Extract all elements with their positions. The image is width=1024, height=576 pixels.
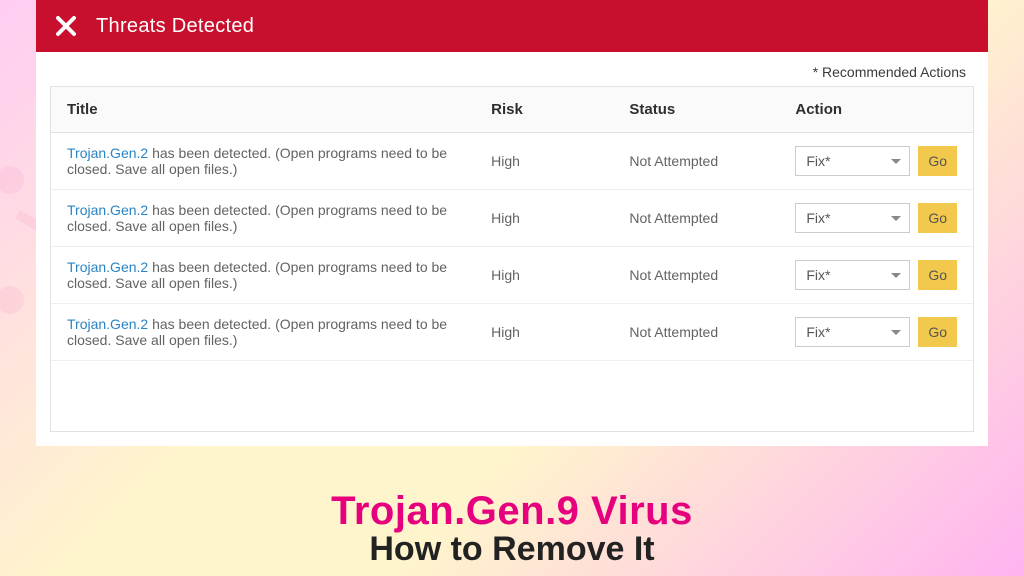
chevron-down-icon: [891, 330, 901, 335]
action-cell: Fix* Go: [779, 247, 973, 304]
col-header-status: Status: [613, 87, 779, 133]
action-cell: Fix* Go: [779, 133, 973, 190]
action-dropdown[interactable]: Fix*: [795, 317, 910, 347]
threat-link[interactable]: Trojan.Gen.2: [67, 316, 148, 332]
action-dropdown-value: Fix*: [806, 210, 830, 226]
table-spacer: [51, 361, 973, 431]
table-row: Trojan.Gen.2 has been detected. (Open pr…: [51, 304, 973, 361]
alert-panel: Threats Detected * Recommended Actions T…: [36, 0, 988, 446]
threat-title-cell: Trojan.Gen.2 has been detected. (Open pr…: [51, 247, 475, 304]
chevron-down-icon: [891, 216, 901, 221]
threat-link[interactable]: Trojan.Gen.2: [67, 145, 148, 161]
chevron-down-icon: [891, 273, 901, 278]
table-spacer-cell: [51, 361, 973, 431]
recommended-actions-label: * Recommended Actions: [36, 52, 988, 86]
status-cell: Not Attempted: [613, 190, 779, 247]
go-button[interactable]: Go: [918, 317, 957, 347]
col-header-risk: Risk: [475, 87, 613, 133]
promo-line-1: Trojan.Gen.9 Virus: [0, 490, 1024, 532]
threat-title-cell: Trojan.Gen.2 has been detected. (Open pr…: [51, 133, 475, 190]
risk-cell: High: [475, 190, 613, 247]
go-button[interactable]: Go: [918, 260, 957, 290]
threat-link[interactable]: Trojan.Gen.2: [67, 202, 148, 218]
action-dropdown-value: Fix*: [806, 267, 830, 283]
risk-cell: High: [475, 304, 613, 361]
col-header-title: Title: [51, 87, 475, 133]
threat-title-cell: Trojan.Gen.2 has been detected. (Open pr…: [51, 190, 475, 247]
status-cell: Not Attempted: [613, 133, 779, 190]
table-row: Trojan.Gen.2 has been detected. (Open pr…: [51, 247, 973, 304]
action-dropdown[interactable]: Fix*: [795, 260, 910, 290]
go-button[interactable]: Go: [918, 203, 957, 233]
action-cell: Fix* Go: [779, 304, 973, 361]
threat-link[interactable]: Trojan.Gen.2: [67, 259, 148, 275]
action-dropdown[interactable]: Fix*: [795, 203, 910, 233]
table-row: Trojan.Gen.2 has been detected. (Open pr…: [51, 190, 973, 247]
action-dropdown[interactable]: Fix*: [795, 146, 910, 176]
status-cell: Not Attempted: [613, 247, 779, 304]
risk-cell: High: [475, 247, 613, 304]
chevron-down-icon: [891, 159, 901, 164]
alert-title: Threats Detected: [96, 15, 254, 38]
col-header-action: Action: [779, 87, 973, 133]
table-row: Trojan.Gen.2 has been detected. (Open pr…: [51, 133, 973, 190]
threat-title-cell: Trojan.Gen.2 has been detected. (Open pr…: [51, 304, 475, 361]
status-cell: Not Attempted: [613, 304, 779, 361]
go-button[interactable]: Go: [918, 146, 957, 176]
threats-table: Title Risk Status Action Trojan.Gen.2 ha…: [51, 87, 973, 431]
action-dropdown-value: Fix*: [806, 324, 830, 340]
promo-caption: Trojan.Gen.9 Virus How to Remove It: [0, 490, 1024, 568]
promo-line-2: How to Remove It: [0, 532, 1024, 568]
threats-table-wrap: Title Risk Status Action Trojan.Gen.2 ha…: [50, 86, 974, 432]
alert-header: Threats Detected: [36, 0, 988, 52]
action-cell: Fix* Go: [779, 190, 973, 247]
risk-cell: High: [475, 133, 613, 190]
close-icon[interactable]: [54, 14, 78, 38]
action-dropdown-value: Fix*: [806, 153, 830, 169]
